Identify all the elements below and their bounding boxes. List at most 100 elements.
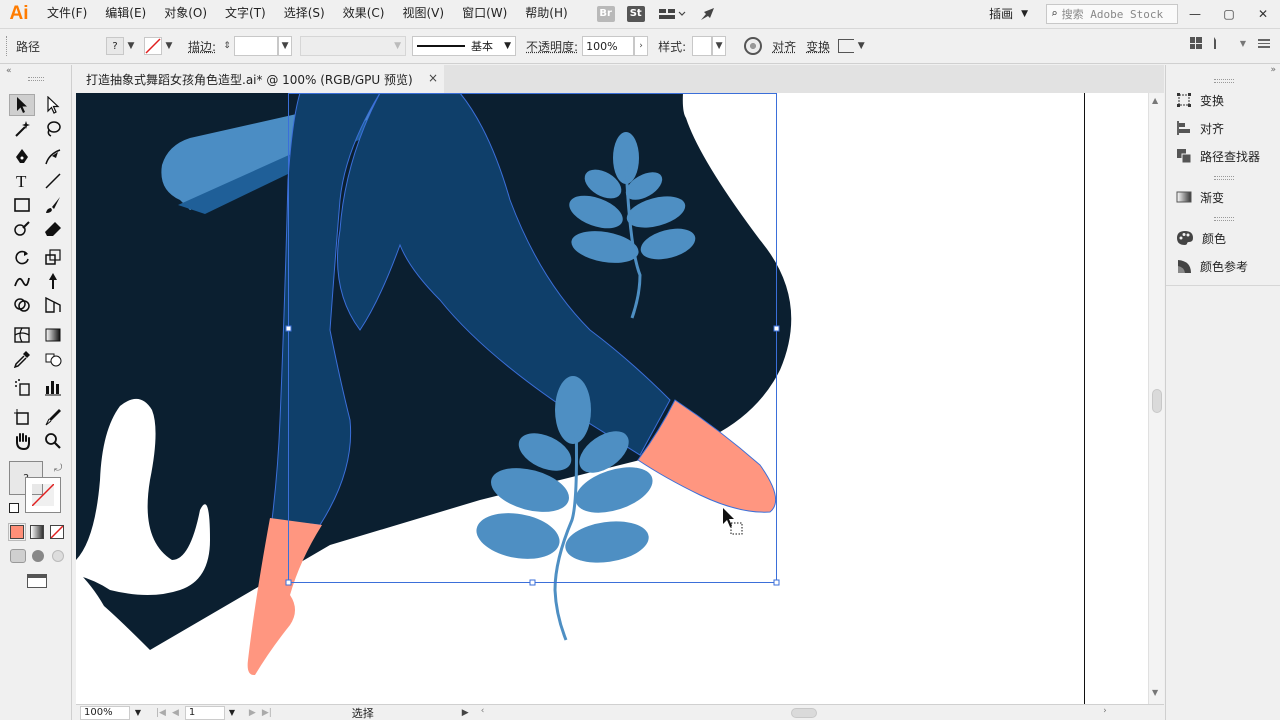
artboard-canvas[interactable] [76,93,1148,704]
chevron-down-icon[interactable]: ▼ [712,36,727,56]
menu-select[interactable]: 选择(S) [275,0,334,27]
mesh-tool[interactable] [9,324,35,346]
panel-pathfinder[interactable]: 路径查找器 [1176,146,1260,166]
panel-color-guide[interactable]: 颜色参考 [1176,256,1248,276]
last-artboard-icon[interactable]: ▶| [262,708,272,718]
scroll-left-icon[interactable]: ‹ [481,706,485,716]
menu-file[interactable]: 文件(F) [38,0,96,27]
collapse-panels-icon[interactable]: » [1270,65,1276,75]
menu-effect[interactable]: 效果(C) [334,0,394,27]
arrange-documents-icon[interactable] [657,6,687,22]
stroke-color-swatch[interactable] [25,477,61,513]
hand-tool[interactable] [9,430,35,452]
stroke-label[interactable]: 描边: [188,38,216,55]
shaper-tool[interactable] [9,218,35,240]
rotate-tool[interactable] [9,246,35,268]
pen-tool[interactable] [9,146,35,168]
draw-inside-icon[interactable] [52,550,64,562]
symbol-sprayer-tool[interactable] [9,376,35,398]
gradient-tool[interactable] [40,324,66,346]
stock-search-input[interactable]: ⌕ 搜索 Adobe Stock [1046,3,1178,24]
scroll-thumb[interactable] [1152,389,1162,413]
artboard-tool[interactable] [9,406,35,428]
collapse-icon[interactable]: « [0,65,71,77]
eraser-tool[interactable] [40,218,66,240]
shape-builder-tool[interactable] [9,294,35,316]
blend-tool[interactable] [40,348,66,370]
lasso-tool[interactable] [40,118,66,140]
selection-tool[interactable] [9,94,35,116]
menu-view[interactable]: 视图(V) [393,0,453,27]
graphic-style-swatch[interactable] [692,36,713,56]
default-fill-stroke-icon[interactable] [9,503,19,513]
align-link[interactable]: 对齐 [772,38,796,55]
recolor-artwork-icon[interactable] [744,37,763,55]
close-icon[interactable]: × [428,71,438,85]
status-menu-icon[interactable]: ▶ [462,708,469,718]
stroke-swatch[interactable] [144,37,162,55]
first-artboard-icon[interactable]: |◀ [156,708,166,718]
next-artboard-icon[interactable]: ▶ [249,708,256,718]
close-window-button[interactable]: ✕ [1246,3,1280,25]
arrange-icon[interactable] [1189,37,1202,49]
bridge-button[interactable]: Br [596,5,615,22]
panel-gradient[interactable]: 渐变 [1176,187,1224,207]
fill-swatch[interactable]: ? [106,37,124,55]
perspective-grid-tool[interactable] [40,294,66,316]
swap-fill-stroke-icon[interactable]: ⤾ [54,463,62,474]
variable-width-profile[interactable]: ▼ [300,36,407,56]
distribute-icon[interactable] [1213,37,1228,49]
puppet-warp-tool[interactable] [40,270,66,292]
gradient-mode-button[interactable] [30,525,44,539]
menu-type[interactable]: 文字(T) [216,0,275,27]
panel-color[interactable]: 颜色 [1176,228,1226,248]
magic-wand-tool[interactable] [9,118,35,140]
chevron-down-icon[interactable]: ▼ [1240,39,1246,48]
color-mode-button[interactable] [8,523,26,541]
panel-menu-icon[interactable] [1258,38,1270,48]
zoom-tool[interactable] [40,430,66,452]
chevron-down-icon[interactable]: ▼ [278,36,293,56]
document-tab[interactable]: 打造抽象式舞蹈女孩角色造型.ai* @ 100% (RGB/GPU 预览) × [76,65,444,93]
opacity-field[interactable]: 100% [582,36,635,56]
scroll-up-icon[interactable]: ▲ [1152,96,1158,105]
none-mode-button[interactable] [50,525,64,539]
chevron-down-icon[interactable]: ▼ [124,36,138,56]
scroll-down-icon[interactable]: ▼ [1152,688,1158,697]
chevron-down-icon[interactable]: ▼ [162,36,176,56]
draw-behind-icon[interactable] [32,550,44,562]
slice-tool[interactable] [40,406,66,428]
paintbrush-tool[interactable] [40,194,66,216]
zoom-field[interactable]: 100% [80,705,130,720]
direct-selection-tool[interactable] [40,94,66,116]
stroke-weight-stepper[interactable]: ⇕ [220,36,234,56]
stroke-weight-field[interactable] [234,36,279,56]
chevron-right-icon[interactable]: › [634,36,649,56]
menu-window[interactable]: 窗口(W) [453,0,516,27]
minimize-button[interactable]: — [1178,3,1212,25]
maximize-button[interactable]: ▢ [1212,3,1246,25]
eyedropper-tool[interactable] [9,348,35,370]
artboard-number-field[interactable]: 1 [184,705,225,720]
panel-transform[interactable]: 变换 [1176,90,1224,110]
menu-edit[interactable]: 编辑(E) [96,0,155,27]
stock-button[interactable]: St [626,5,645,22]
gpu-performance-icon[interactable] [699,6,717,22]
chevron-down-icon[interactable]: ▼ [854,36,868,56]
curvature-tool[interactable] [40,146,66,168]
column-graph-tool[interactable] [40,376,66,398]
horizontal-scrollbar[interactable]: ‹ › [479,706,1109,720]
menu-help[interactable]: 帮助(H) [516,0,576,27]
screen-mode-icon[interactable] [27,574,47,588]
scroll-right-icon[interactable]: › [1103,706,1107,716]
vertical-scrollbar[interactable]: ▲ ▼ [1148,93,1164,704]
draw-normal-icon[interactable] [10,549,26,563]
rectangle-tool[interactable] [9,194,35,216]
workspace-switcher[interactable]: 插画 ▼ [983,5,1034,22]
type-tool[interactable]: T [9,170,35,192]
brush-definition[interactable]: 基本 ▼ [412,36,517,56]
isolate-object-icon[interactable] [838,39,855,53]
chevron-down-icon[interactable]: ▼ [225,708,239,717]
horizontal-scroll-thumb[interactable] [790,707,817,718]
chevron-down-icon[interactable]: ▼ [130,708,146,717]
